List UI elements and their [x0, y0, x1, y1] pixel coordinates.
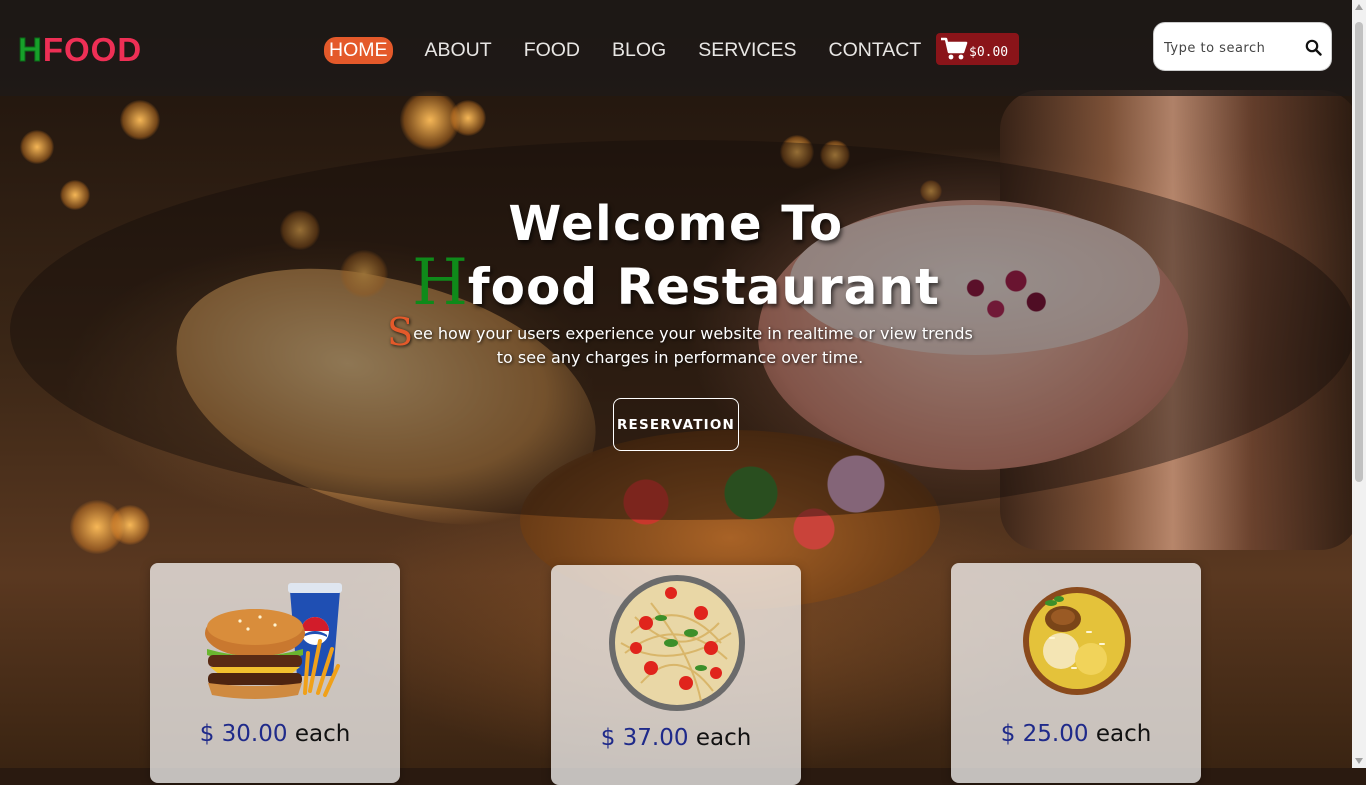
- reservation-button[interactable]: RESERVATION: [613, 398, 739, 451]
- hero-title-rest: food Restaurant: [467, 258, 940, 316]
- hero-desc-initial: S: [387, 310, 414, 354]
- bokeh-light: [120, 100, 160, 140]
- hero-title-line2: Hfood Restaurant: [0, 246, 1352, 320]
- hero-desc-rest: ee how your users experience your websit…: [413, 324, 973, 367]
- product-price: $ 30.00 each: [199, 721, 351, 747]
- nav-food[interactable]: FOOD: [524, 39, 580, 62]
- bokeh-light: [110, 505, 150, 545]
- bokeh-light: [20, 130, 54, 164]
- hero-description: See how your users experience your websi…: [380, 313, 980, 370]
- nav-contact[interactable]: CONTACT: [828, 39, 921, 62]
- product-card[interactable]: $ 37.00 each: [551, 565, 801, 785]
- nav-blog[interactable]: BLOG: [612, 39, 666, 62]
- search-input[interactable]: [1162, 35, 1304, 61]
- product-price: $ 37.00 each: [600, 725, 752, 751]
- hfood-logo[interactable]: HFOOD: [18, 30, 142, 70]
- nav-home[interactable]: HOME: [324, 36, 393, 64]
- search-box: [1153, 22, 1332, 71]
- main-nav: HOME ABOUT FOOD BLOG SERVICES CONTACT: [324, 36, 953, 64]
- bokeh-light: [450, 100, 486, 136]
- top-navbar: HFOOD HOME ABOUT FOOD BLOG SERVICES CONT…: [0, 0, 1352, 96]
- nav-about[interactable]: ABOUT: [425, 39, 492, 62]
- shopping-cart-icon: [940, 37, 968, 61]
- product-card[interactable]: $ 30.00 each: [150, 563, 400, 783]
- hero-title-line1: Welcome To: [508, 196, 844, 252]
- product-card[interactable]: $ 25.00 each: [951, 563, 1201, 783]
- page-scrollbar[interactable]: [1352, 0, 1366, 768]
- hero-title-initial: H: [412, 246, 468, 320]
- scrollbar-thumb[interactable]: [1355, 22, 1363, 482]
- nav-services[interactable]: SERVICES: [698, 39, 796, 62]
- scroll-down-arrow-icon[interactable]: [1355, 758, 1363, 764]
- cart-button[interactable]: $0.00: [936, 33, 1019, 65]
- scroll-up-arrow-icon[interactable]: [1355, 4, 1363, 10]
- product-price: $ 25.00 each: [1000, 721, 1152, 747]
- search-icon[interactable]: [1305, 39, 1322, 60]
- cart-total: $0.00: [969, 44, 1009, 60]
